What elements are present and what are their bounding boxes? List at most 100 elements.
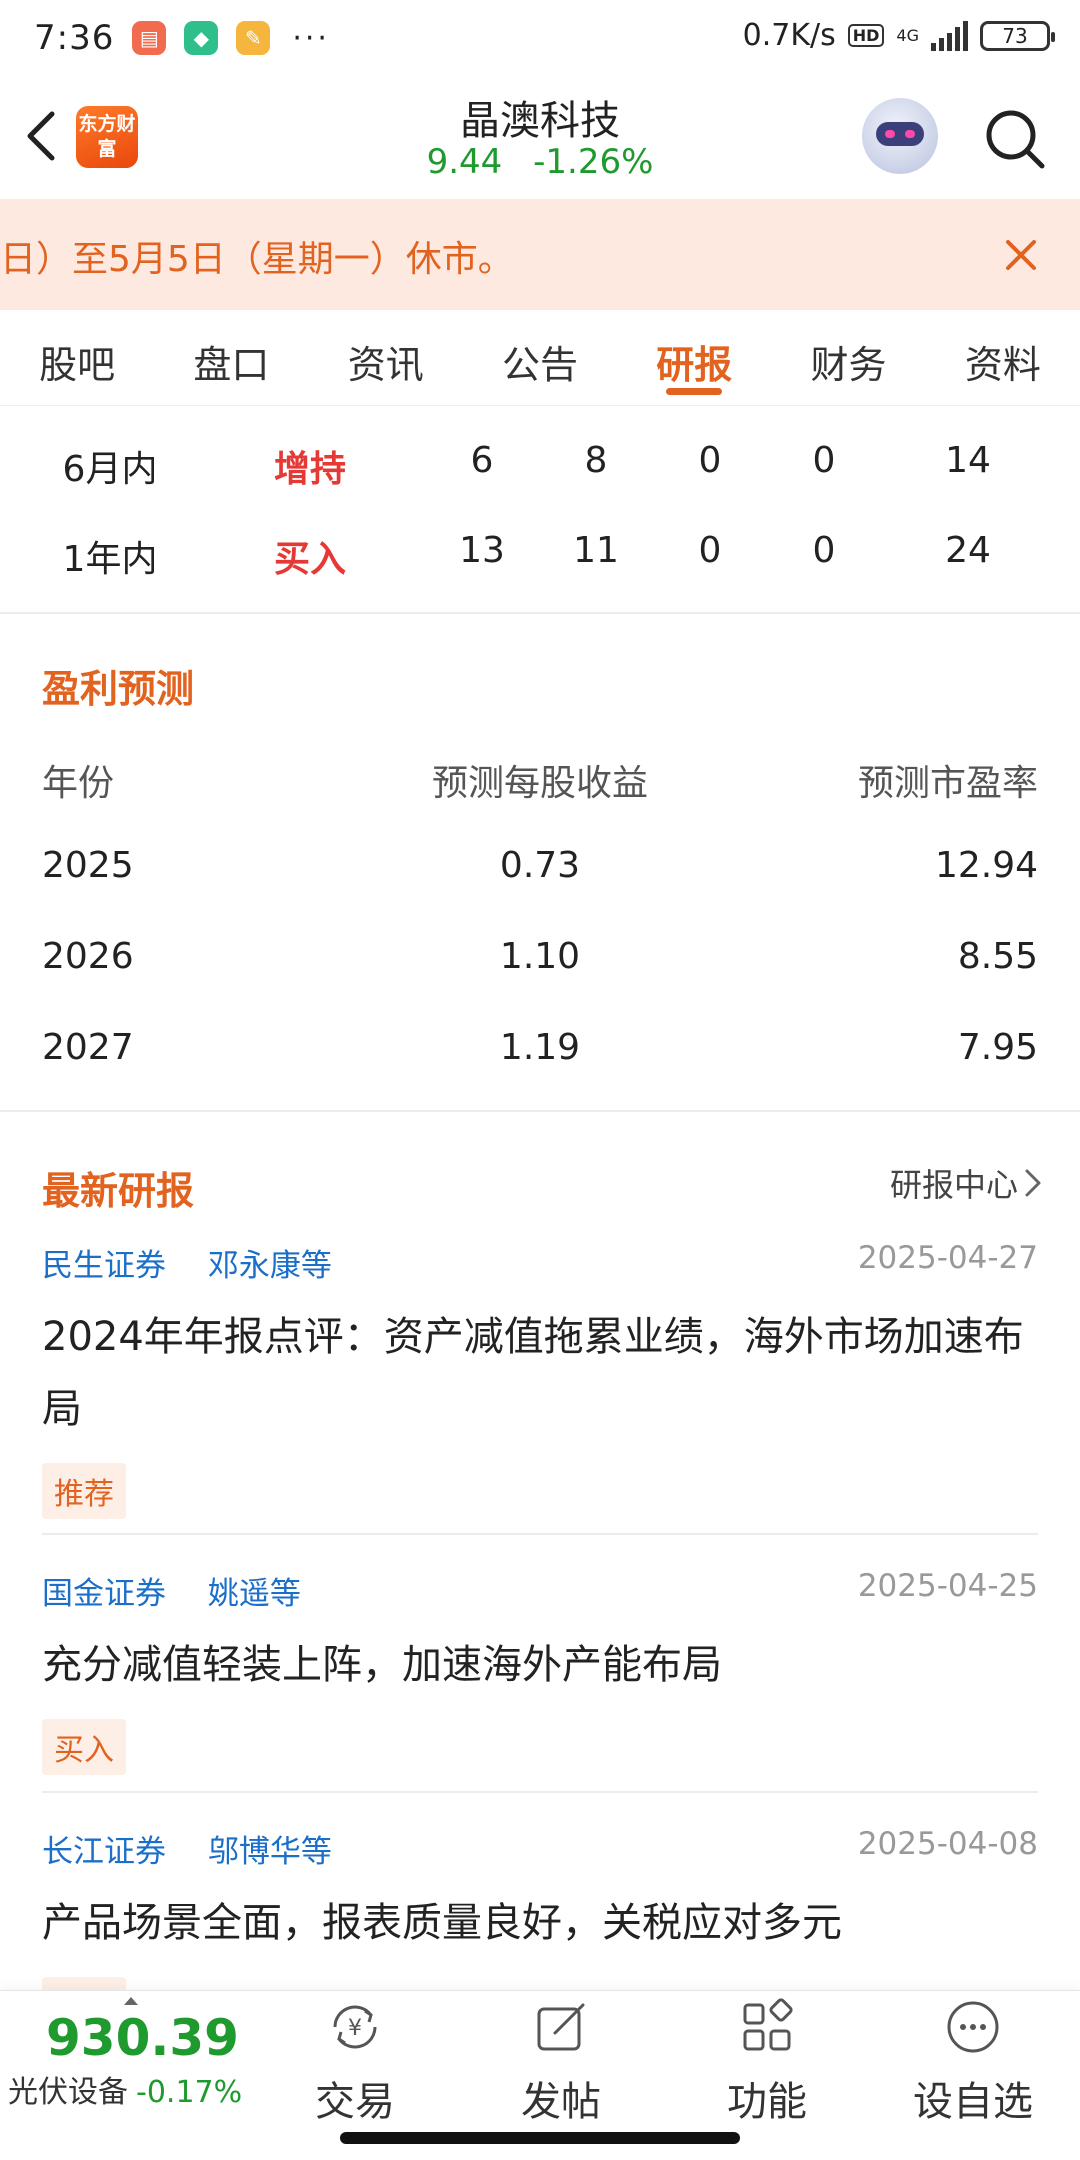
hd-icon: HD (847, 24, 885, 47)
rating-count: 8 (584, 440, 608, 481)
trade-button[interactable]: ¥ 交易 (280, 1997, 430, 2127)
col-eps-header: 预测每股收益 (431, 763, 649, 804)
ai-assistant-icon[interactable] (862, 98, 938, 174)
rating-summary: 6月内 增持 6 8 0 0 14 1年内 买入 13 11 0 0 24 (0, 420, 1080, 600)
status-time: 7:36 (34, 18, 115, 58)
report-broker[interactable]: 民生证券 (42, 1248, 166, 1284)
signal-icon (931, 20, 968, 51)
forecast-pe: 8.55 (957, 936, 1038, 977)
report-author[interactable]: 姚遥等 (208, 1576, 301, 1612)
stock-header: 东方财富 晶澳科技 9.44 -1.26% (0, 76, 1080, 200)
bottom-bar: 930.39 光伏设备 -0.17% ¥ 交易 发帖 功能 设自选 (0, 1990, 1080, 2125)
tab-finance[interactable]: 财务 (771, 310, 925, 405)
stock-change: -1.26% (533, 142, 654, 182)
report-item[interactable]: 国金证券 姚遥等 2025-04-25 充分减值轻装上阵，加速海外产能布局 买入 (42, 1568, 1038, 1775)
svg-text:¥: ¥ (348, 2016, 362, 2041)
rating-grade: 买入 (273, 539, 347, 580)
chevron-right-icon (1025, 1169, 1041, 1197)
rating-period: 6月内 (62, 449, 158, 490)
status-bar: 7:36 ▤ ◆ ✎ ··· 0.7K/s HD 4G 73 (0, 0, 1080, 76)
network-type: 4G (896, 25, 919, 45)
report-title[interactable]: 充分减值轻装上阵，加速海外产能布局 (42, 1629, 1038, 1701)
forecast-pe: 7.95 (957, 1027, 1038, 1068)
sector-index-label: 光伏设备 -0.17% (8, 2067, 242, 2111)
rating-count: 0 (812, 440, 836, 481)
market-closed-notice: 日）至5月5日（星期一）休市。 (0, 200, 1080, 310)
rating-grade: 增持 (273, 449, 347, 490)
report-date: 2025-04-25 (857, 1568, 1038, 1604)
close-icon[interactable] (1004, 238, 1038, 272)
report-date: 2025-04-08 (857, 1826, 1038, 1862)
tab-announcements[interactable]: 公告 (463, 310, 617, 405)
forecast-pe: 12.94 (934, 845, 1038, 886)
post-button[interactable]: 发帖 (486, 1997, 636, 2127)
report-date: 2025-04-27 (857, 1240, 1038, 1276)
rating-total: 14 (945, 440, 991, 481)
report-author[interactable]: 邓永康等 (208, 1248, 332, 1284)
tab-guba[interactable]: 股吧 (0, 310, 154, 405)
report-divider (42, 1533, 1038, 1535)
functions-button[interactable]: 功能 (692, 1997, 842, 2127)
forecast-year: 2025 (42, 845, 134, 886)
report-divider (42, 1791, 1038, 1793)
status-right: 0.7K/s HD 4G 73 (742, 18, 1055, 53)
post-label: 发帖 (521, 2079, 601, 2125)
rating-count: 0 (812, 530, 836, 571)
report-rating-tag: 推荐 (42, 1463, 126, 1519)
report-broker[interactable]: 国金证券 (42, 1576, 166, 1612)
add-watchlist-button[interactable]: 设自选 (898, 1997, 1048, 2127)
net-speed: 0.7K/s (742, 18, 836, 53)
col-year-header: 年份 (42, 763, 115, 804)
tab-research[interactable]: 研报 (617, 310, 771, 405)
reports-title: 最新研报 (42, 1169, 195, 1213)
forecast-eps: 0.73 (499, 845, 581, 886)
rating-count: 0 (698, 440, 722, 481)
more-circle-icon (947, 2001, 999, 2053)
app-notification-icon: ▤ (132, 21, 167, 55)
forecast-row: 2026 1.10 8.55 (42, 914, 1038, 1005)
tab-bar: 股吧 盘口 资讯 公告 研报 财务 资料 (0, 310, 1080, 406)
search-icon[interactable] (982, 106, 1048, 172)
research-center-label: 研报中心 (889, 1166, 1018, 1204)
rating-count: 6 (470, 440, 494, 481)
trade-label: 交易 (315, 2079, 395, 2125)
home-indicator[interactable] (340, 2132, 740, 2144)
forecast-table: 年份 预测每股收益 预测市盈率 2025 0.73 12.94 2026 1.1… (42, 732, 1038, 1096)
functions-label: 功能 (727, 2079, 807, 2125)
tab-pankou[interactable]: 盘口 (154, 310, 308, 405)
forecast-row: 2025 0.73 12.94 (42, 823, 1038, 914)
rating-period: 1年内 (62, 539, 158, 580)
tab-profile[interactable]: 资料 (926, 310, 1080, 405)
note-app-icon: ✎ (236, 21, 271, 55)
col-pe-header: 预测市盈率 (857, 763, 1038, 804)
report-rating-tag: 买入 (42, 1719, 126, 1775)
report-broker[interactable]: 长江证券 (42, 1834, 166, 1870)
report-author[interactable]: 邬博华等 (208, 1834, 332, 1870)
report-item[interactable]: 民生证券 邓永康等 2025-04-27 2024年年报点评：资产减值拖累业绩，… (42, 1240, 1038, 1519)
forecast-year: 2027 (42, 1027, 134, 1068)
sector-index-value: 930.39 (46, 2009, 239, 2067)
sector-change: -0.17% (136, 2075, 243, 2110)
rating-total: 24 (945, 530, 991, 571)
edit-icon (537, 2003, 585, 2051)
rating-count: 0 (698, 530, 722, 571)
forecast-year: 2026 (42, 936, 134, 977)
section-divider (0, 1110, 1080, 1112)
report-title[interactable]: 产品场景全面，报表质量良好，关税应对多元 (42, 1887, 1038, 1959)
rating-count: 13 (459, 530, 505, 571)
forecast-header-row: 年份 预测每股收益 预测市盈率 (42, 732, 1038, 823)
caret-up-icon (124, 1997, 138, 2005)
shield-app-icon: ◆ (184, 21, 219, 55)
trade-yen-icon: ¥ (333, 2005, 377, 2049)
battery-icon: 73 (980, 20, 1055, 51)
sector-name: 光伏设备 (8, 2075, 128, 2110)
forecast-eps: 1.19 (499, 1027, 581, 1068)
notice-text: 日）至5月5日（星期一）休市。 (0, 239, 514, 280)
report-title[interactable]: 2024年年报点评：资产减值拖累业绩，海外市场加速布局 (42, 1301, 1038, 1445)
stock-price: 9.44 (426, 142, 503, 182)
research-center-link[interactable]: 研报中心 (890, 1160, 1042, 1206)
tab-news[interactable]: 资讯 (309, 310, 463, 405)
forecast-eps: 1.10 (499, 936, 581, 977)
section-divider (0, 612, 1080, 614)
rating-count: 11 (573, 530, 619, 571)
